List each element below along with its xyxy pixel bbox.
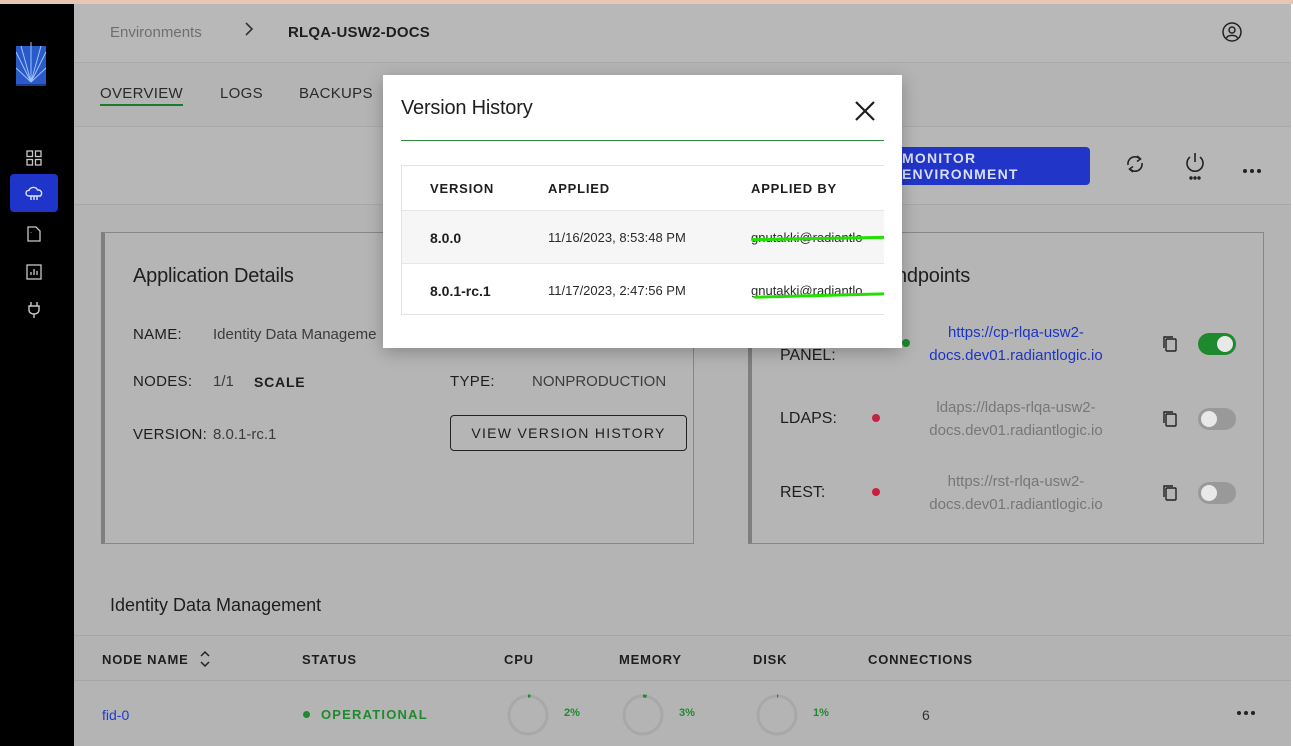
rest-toggle[interactable] (1198, 482, 1236, 504)
memory-value: 3% (679, 707, 695, 719)
cpu-gauge: 2% (506, 693, 580, 737)
ldaps-status-dot (872, 414, 880, 422)
memory-gauge: 3% (621, 693, 695, 737)
table-row: 8.0.0 11/16/2023, 8:53:48 PM gnutakki@ra… (402, 210, 884, 263)
column-memory: MEMORY (619, 652, 682, 667)
column-status: STATUS (302, 652, 357, 667)
page-header: Environments RLQA-USW2-DOCS (74, 4, 1291, 62)
close-icon[interactable] (853, 99, 877, 123)
file-icon[interactable] (20, 220, 48, 248)
rest-status-dot (872, 488, 880, 496)
breadcrumb-environments[interactable]: Environments (110, 24, 202, 41)
panel-url-line2: docs.dev01.radiantlogic.io (929, 347, 1103, 364)
modal-divider (401, 140, 884, 141)
disk-value: 1% (813, 707, 829, 719)
endpoints-title: ndpoints (896, 265, 971, 287)
version-cell: 8.0.1-rc.1 (430, 282, 491, 299)
sidebar (0, 4, 74, 746)
connections-value: 6 (922, 707, 930, 723)
rest-label: REST: (780, 484, 826, 501)
version-value: 8.0.1-rc.1 (213, 426, 277, 443)
view-version-history-button[interactable]: VIEW VERSION HISTORY (450, 415, 687, 451)
table-row: fid-0 OPERATIONAL 2% 3% 1% 6 (74, 681, 1291, 746)
column-node-name[interactable]: NODE NAME (102, 652, 189, 667)
nodes-label: NODES: (133, 373, 193, 390)
column-version: VERSION (430, 180, 495, 196)
copy-icon[interactable] (1162, 410, 1178, 433)
row-more-options-icon[interactable] (1236, 703, 1256, 721)
nodes-table-header: NODE NAME STATUS CPU MEMORY DISK CONNECT… (74, 635, 1291, 681)
column-applied: APPLIED (548, 180, 610, 196)
type-label: TYPE: (450, 373, 495, 390)
breadcrumb-current: RLQA-USW2-DOCS (288, 24, 430, 41)
type-value: NONPRODUCTION (532, 373, 667, 390)
ldaps-url: ldaps://ldaps-rlqa-usw2- docs.dev01.radi… (906, 396, 1126, 442)
ldaps-url-line2: docs.dev01.radiantlogic.io (929, 422, 1103, 439)
disk-gauge: 1% (755, 693, 829, 737)
version-cell: 8.0.0 (430, 229, 462, 246)
radiantlogic-logo (15, 42, 48, 88)
status-dot (303, 711, 310, 718)
panel-toggle[interactable] (1198, 333, 1236, 355)
rest-url-line2: docs.dev01.radiantlogic.io (929, 496, 1103, 513)
ldaps-label: LDAPS: (780, 410, 837, 427)
node-name-link[interactable]: fid-0 (102, 707, 129, 723)
dashboard-icon[interactable] (20, 144, 48, 172)
ldaps-url-line1: ldaps://ldaps-rlqa-usw2- (936, 399, 1096, 416)
column-applied-by: APPLIED BY (751, 180, 838, 196)
chart-icon[interactable] (20, 258, 48, 286)
cpu-value: 2% (564, 707, 580, 719)
nodes-section-title: Identity Data Management (110, 595, 322, 615)
panel-label: PANEL: (780, 347, 836, 364)
applied-cell: 11/17/2023, 2:47:56 PM (548, 283, 686, 298)
chevron-right-icon (244, 22, 254, 41)
table-row: 8.0.1-rc.1 11/17/2023, 2:47:56 PM gnutak… (402, 263, 884, 314)
applied-cell: 11/16/2023, 8:53:48 PM (548, 230, 686, 245)
version-history-modal: Version History VERSION APPLIED APPLIED … (383, 75, 902, 348)
modal-title: Version History (401, 97, 533, 119)
name-value: Identity Data Manageme (213, 326, 377, 343)
power-icon[interactable] (1184, 151, 1206, 186)
sort-icon[interactable] (200, 650, 210, 673)
more-options-icon[interactable] (1242, 161, 1262, 179)
version-label: VERSION: (133, 426, 208, 443)
tab-overview[interactable]: OVERVIEW (100, 85, 183, 106)
version-history-table: VERSION APPLIED APPLIED BY 8.0.0 11/16/2… (401, 165, 884, 315)
column-cpu: CPU (504, 652, 534, 667)
nodes-value: 1/1 (213, 373, 234, 390)
rest-url-line1: https://rst-rlqa-usw2- (947, 473, 1085, 490)
rest-url: https://rst-rlqa-usw2- docs.dev01.radian… (906, 470, 1126, 516)
cloud-icon[interactable] (10, 174, 58, 212)
panel-url[interactable]: https://cp-rlqa-usw2- docs.dev01.radiant… (906, 321, 1126, 367)
status-value: OPERATIONAL (321, 707, 428, 722)
panel-url-line1: https://cp-rlqa-usw2- (948, 324, 1084, 341)
copy-icon[interactable] (1162, 484, 1178, 507)
ldaps-toggle[interactable] (1198, 408, 1236, 430)
scale-link[interactable]: SCALE (254, 374, 305, 390)
tab-logs[interactable]: LOGS (220, 85, 263, 102)
applied-by-cell: gnutakki@radiantlo (751, 283, 863, 298)
column-disk: DISK (753, 652, 788, 667)
copy-icon[interactable] (1162, 335, 1178, 358)
application-details-title: Application Details (133, 265, 294, 287)
column-connections: CONNECTIONS (868, 652, 973, 667)
tab-backups[interactable]: BACKUPS (299, 85, 373, 102)
refresh-icon[interactable] (1124, 153, 1146, 180)
plug-icon[interactable] (20, 296, 48, 324)
user-account-icon[interactable] (1221, 21, 1243, 48)
name-label: NAME: (133, 326, 183, 343)
